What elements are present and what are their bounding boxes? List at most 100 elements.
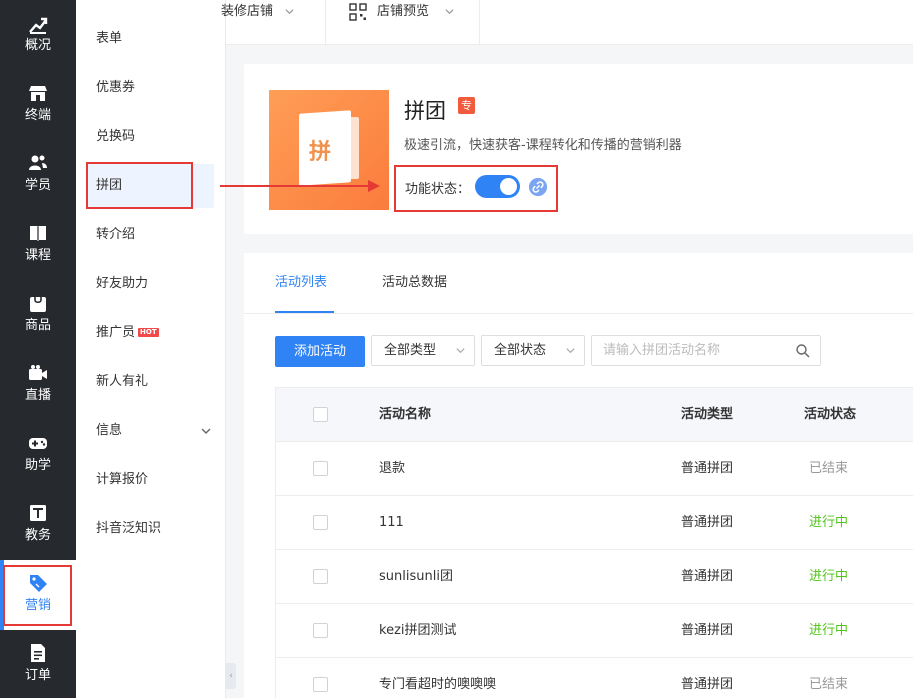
submenu-label: 计算报价 [96,472,149,487]
submenu-label: 抖音泛知识 [96,521,162,536]
submenu-label: 好友助力 [96,276,149,291]
activity-name: kezi拼团测试 [379,623,457,638]
table-row[interactable]: 111 普通拼团 进行中 [276,496,913,550]
activity-name: sunlisunli团 [379,569,453,584]
chevron-down-icon [456,348,465,354]
add-activity-button[interactable]: 添加活动 [275,336,365,367]
submenu-item-quote[interactable]: 计算报价 [86,458,214,502]
activity-name: 111 [379,515,404,530]
submenu-item-coupon[interactable]: 优惠券 [86,66,214,110]
nav-item-assist[interactable]: 助学 [0,420,76,490]
nav-label: 概况 [24,38,51,53]
nav-item-live[interactable]: 直播 [0,350,76,420]
users-icon [29,155,47,170]
chevron-down-icon [285,9,294,15]
submenu-item-douyin-knowledge[interactable]: 抖音泛知识 [86,507,214,551]
submenu-label: 推广员 [96,325,136,340]
submenu-label: 表单 [96,31,123,46]
select-all-checkbox[interactable] [313,407,328,422]
submenu-item-redeem-code[interactable]: 兑换码 [86,115,214,159]
type-filter-value: 全部类型 [384,343,437,358]
type-filter-select[interactable]: 全部类型 [371,335,475,366]
decorate-store-button[interactable]: 装修店铺 [221,0,294,45]
header-activity-name: 活动名称 [379,407,432,422]
chevron-down-icon [445,9,454,15]
activity-type: 普通拼团 [681,623,734,638]
activity-status: 已结束 [809,461,849,476]
nav-label: 课程 [24,248,51,263]
row-checkbox[interactable] [313,515,328,530]
table-row[interactable]: kezi拼团测试 普通拼团 进行中 [276,604,913,658]
submenu-item-newcomer-gift[interactable]: 新人有礼 [86,360,214,404]
board-icon [30,505,46,521]
nav-label: 学员 [24,178,51,193]
nav-item-terminal[interactable]: 终端 [0,70,76,140]
collapse-sidebar-button[interactable]: ‹ [226,663,236,689]
submenu-label: 新人有礼 [96,374,149,389]
activity-type: 普通拼团 [681,461,734,476]
row-checkbox[interactable] [313,677,328,692]
chart-icon [29,17,48,34]
activity-name: 专门看超时的噢噢噢 [379,677,497,692]
store-preview-button[interactable]: 店铺预览 [349,0,459,45]
activity-status: 进行中 [809,569,849,584]
annotation-arrow [220,185,372,187]
thumbnail-char: 拼 [309,140,332,165]
submenu-label: 信息 [96,423,123,438]
submenu-item-info[interactable]: 信息 [86,409,214,453]
video-icon [29,365,47,380]
row-checkbox[interactable] [313,623,328,638]
nav-label: 终端 [24,108,51,123]
activity-type: 普通拼团 [681,569,734,584]
activity-status: 已结束 [809,677,849,692]
submenu-item-promoter[interactable]: 推广员 HOT [86,311,214,355]
plugin-thumbnail: 拼 [269,90,389,210]
annotation-arrow-head [368,180,380,192]
search-icon[interactable] [795,343,811,359]
top-bar: 装修店铺 店铺预览 [221,0,913,45]
activity-search-input[interactable] [593,337,783,364]
chevron-down-icon [201,428,211,434]
submenu-item-referral[interactable]: 转介绍 [86,213,214,257]
bag-icon [30,297,46,312]
nav-item-goods[interactable]: 商品 [0,280,76,350]
nav-item-academic[interactable]: 教务 [0,490,76,560]
activity-status: 进行中 [809,623,849,638]
row-checkbox[interactable] [313,569,328,584]
plugin-title: 拼团 [404,99,446,123]
activity-type: 普通拼团 [681,677,734,692]
table-row[interactable]: 专门看超时的噢噢噢 普通拼团 已结束 [276,658,913,698]
plugin-description: 极速引流，快速获客-课程转化和传播的营销利器 [404,138,682,153]
status-filter-value: 全部状态 [494,343,547,358]
nav-item-courses[interactable]: 课程 [0,210,76,280]
row-checkbox[interactable] [313,461,328,476]
gamepad-icon [29,438,47,449]
tab-activity-list[interactable]: 活动列表 [275,253,327,313]
store-icon [29,86,47,101]
qr-code-icon [349,3,367,21]
activity-search-box [591,335,821,366]
submenu-item-friend-help[interactable]: 好友助力 [86,262,214,306]
annotation-highlight-group-buy [86,162,193,209]
activity-name: 退款 [379,461,406,476]
nav-item-overview[interactable]: 概况 [0,0,76,68]
table-row[interactable]: sunlisunli团 普通拼团 进行中 [276,550,913,604]
header-activity-type: 活动类型 [681,407,734,422]
exclusive-badge: 专 [458,97,475,114]
activity-table: 活动名称 活动类型 活动状态 退款 普通拼团 已结束 111 普通拼团 进行中 … [275,387,913,698]
tab-activity-stats[interactable]: 活动总数据 [382,253,447,313]
status-filter-select[interactable]: 全部状态 [481,335,585,366]
book-icon [30,226,46,241]
nav-label: 助学 [24,458,51,473]
nav-label: 订单 [24,668,51,683]
nav-label: 商品 [24,318,51,333]
submenu-label: 转介绍 [96,227,136,242]
annotation-highlight-status [394,165,558,212]
table-row[interactable]: 退款 普通拼团 已结束 [276,442,913,496]
annotation-highlight-marketing [3,565,72,626]
nav-item-orders[interactable]: 订单 [0,630,76,698]
chevron-down-icon [566,348,575,354]
nav-item-students[interactable]: 学员 [0,140,76,210]
submenu-item-form[interactable]: 表单 [86,17,214,61]
activity-status: 进行中 [809,515,849,530]
